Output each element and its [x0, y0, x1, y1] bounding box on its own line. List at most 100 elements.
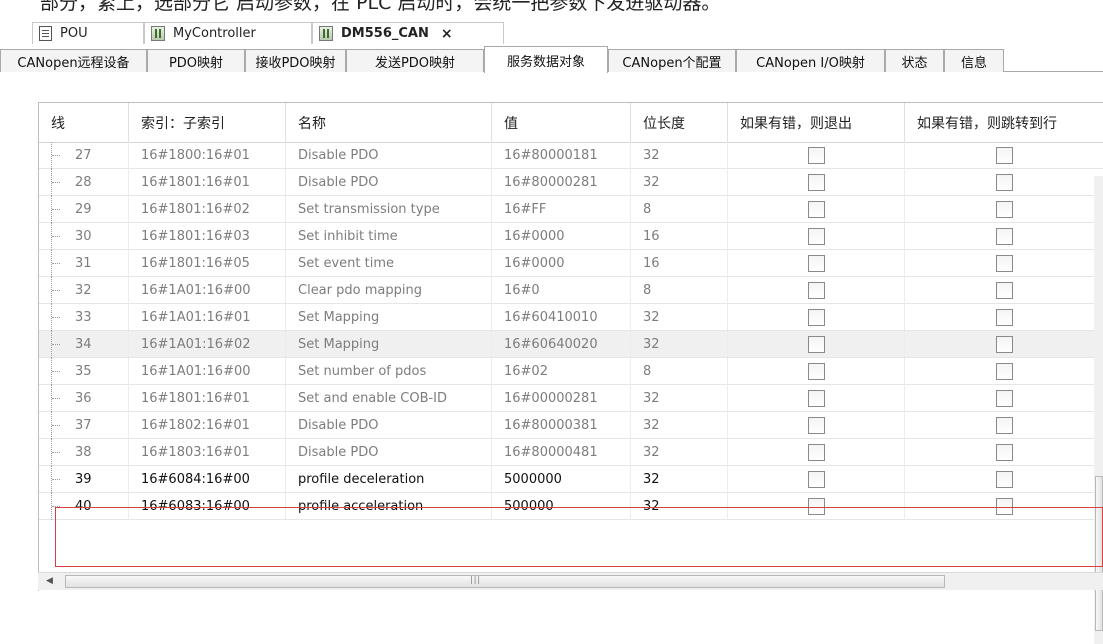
cell-index[interactable]: 16#1801:16#02	[129, 196, 286, 222]
cell-index[interactable]: 16#1800:16#01	[129, 142, 286, 168]
abort-on-error-checkbox[interactable]	[807, 254, 825, 272]
table-row[interactable]: 37 16#1802:16#01 Disable PDO 16#80000381 32	[39, 412, 1103, 439]
abort-on-error-checkbox[interactable]	[807, 443, 825, 461]
cell-index[interactable]: 16#1A01:16#00	[129, 277, 286, 303]
cell-name[interactable]: profile acceleration	[286, 493, 492, 519]
tab-info[interactable]: 信息	[944, 49, 1004, 72]
jump-on-error-checkbox[interactable]	[995, 254, 1013, 272]
cell-index[interactable]: 16#1801:16#01	[129, 169, 286, 195]
tab-status[interactable]: 状态	[885, 49, 944, 72]
cell-bit-length[interactable]: 32	[631, 142, 728, 168]
jump-on-error-checkbox[interactable]	[995, 146, 1013, 164]
cell-bit-length[interactable]: 32	[631, 385, 728, 411]
cell-value[interactable]: 16#02	[492, 358, 631, 384]
cell-bit-length[interactable]: 16	[631, 223, 728, 249]
tab-service-data-objects[interactable]: 服务数据对象	[484, 46, 608, 73]
cell-name[interactable]: Set inhibit time	[286, 223, 492, 249]
table-row[interactable]: 28 16#1801:16#01 Disable PDO 16#80000281 32	[39, 169, 1103, 196]
cell-name[interactable]: Disable PDO	[286, 142, 492, 168]
jump-on-error-checkbox[interactable]	[995, 362, 1013, 380]
table-row[interactable]: 39 16#6084:16#00 profile deceleration 50000…	[39, 466, 1103, 493]
horizontal-scroll-thumb[interactable]	[65, 575, 945, 588]
close-icon[interactable]: ×	[441, 26, 453, 42]
table-row[interactable]: 32 16#1A01:16#00 Clear pdo mapping 16#0 8	[39, 277, 1103, 304]
jump-on-error-checkbox[interactable]	[995, 173, 1013, 191]
tab-pdo-mapping[interactable]: PDO映射	[147, 49, 245, 72]
cell-value[interactable]: 16#80000481	[492, 439, 631, 465]
abort-on-error-checkbox[interactable]	[807, 308, 825, 326]
col-header-jump-on-error[interactable]: 如果有错，则跳转到行	[905, 103, 1103, 142]
col-header-name[interactable]: 名称	[286, 103, 492, 142]
table-row[interactable]: 33 16#1A01:16#01 Set Mapping 16#60410010 32	[39, 304, 1103, 331]
abort-on-error-checkbox[interactable]	[807, 227, 825, 245]
abort-on-error-checkbox[interactable]	[807, 200, 825, 218]
cell-name[interactable]: Set Mapping	[286, 304, 492, 330]
cell-name[interactable]: Set Mapping	[286, 331, 492, 357]
cell-value[interactable]: 16#80000181	[492, 142, 631, 168]
cell-bit-length[interactable]: 8	[631, 358, 728, 384]
cell-name[interactable]: Set event time	[286, 250, 492, 276]
cell-index[interactable]: 16#1801:16#03	[129, 223, 286, 249]
col-header-abort-on-error[interactable]: 如果有错，则退出	[728, 103, 905, 142]
abort-on-error-checkbox[interactable]	[807, 362, 825, 380]
editor-tab-dm556-can[interactable]: DM556_CAN ×	[312, 22, 504, 44]
editor-tab-mycontroller[interactable]: MyController	[144, 22, 312, 44]
cell-name[interactable]: Set transmission type	[286, 196, 492, 222]
abort-on-error-checkbox[interactable]	[807, 335, 825, 353]
tab-canopen-config[interactable]: CANopen个配置	[608, 49, 736, 72]
abort-on-error-checkbox[interactable]	[807, 389, 825, 407]
cell-index[interactable]: 16#6083:16#00	[129, 493, 286, 519]
cell-value[interactable]: 16#0000	[492, 250, 631, 276]
cell-index[interactable]: 16#1801:16#05	[129, 250, 286, 276]
cell-index[interactable]: 16#1A01:16#01	[129, 304, 286, 330]
abort-on-error-checkbox[interactable]	[807, 470, 825, 488]
jump-on-error-checkbox[interactable]	[995, 389, 1013, 407]
jump-on-error-checkbox[interactable]	[995, 200, 1013, 218]
cell-bit-length[interactable]: 32	[631, 493, 728, 519]
cell-bit-length[interactable]: 8	[631, 196, 728, 222]
cell-index[interactable]: 16#1801:16#01	[129, 385, 286, 411]
table-row[interactable]: 36 16#1801:16#01 Set and enable COB-ID 16#0…	[39, 385, 1103, 412]
cell-bit-length[interactable]: 32	[631, 331, 728, 357]
table-row[interactable]: 40 16#6083:16#00 profile acceleration 50000…	[39, 493, 1103, 520]
table-row[interactable]: 31 16#1801:16#05 Set event time 16#0000 16	[39, 250, 1103, 277]
jump-on-error-checkbox[interactable]	[995, 335, 1013, 353]
jump-on-error-checkbox[interactable]	[995, 281, 1013, 299]
jump-on-error-checkbox[interactable]	[995, 497, 1013, 515]
cell-name[interactable]: Disable PDO	[286, 169, 492, 195]
cell-bit-length[interactable]: 32	[631, 304, 728, 330]
cell-bit-length[interactable]: 32	[631, 466, 728, 492]
cell-bit-length[interactable]: 8	[631, 277, 728, 303]
jump-on-error-checkbox[interactable]	[995, 308, 1013, 326]
abort-on-error-checkbox[interactable]	[807, 497, 825, 515]
cell-index[interactable]: 16#1A01:16#02	[129, 331, 286, 357]
col-header-bit-length[interactable]: 位长度	[631, 103, 728, 142]
scroll-left-icon[interactable]: ◀	[46, 576, 53, 586]
cell-name[interactable]: Clear pdo mapping	[286, 277, 492, 303]
abort-on-error-checkbox[interactable]	[807, 416, 825, 434]
jump-on-error-checkbox[interactable]	[995, 416, 1013, 434]
cell-value[interactable]: 16#0	[492, 277, 631, 303]
cell-value[interactable]: 16#80000281	[492, 169, 631, 195]
cell-value[interactable]: 500000	[492, 493, 631, 519]
cell-value[interactable]: 16#FF	[492, 196, 631, 222]
cell-value[interactable]: 16#0000	[492, 223, 631, 249]
tab-canopen-remote-device[interactable]: CANopen远程设备	[0, 49, 147, 72]
vertical-scroll-thumb[interactable]	[1095, 476, 1103, 631]
tab-transmit-pdo-mapping[interactable]: 发送PDO映射	[346, 49, 484, 72]
abort-on-error-checkbox[interactable]	[807, 173, 825, 191]
cell-index[interactable]: 16#1A01:16#00	[129, 358, 286, 384]
abort-on-error-checkbox[interactable]	[807, 146, 825, 164]
cell-name[interactable]: profile deceleration	[286, 466, 492, 492]
cell-value[interactable]: 16#60640020	[492, 331, 631, 357]
table-row[interactable]: 35 16#1A01:16#00 Set number of pdos 16#02 8	[39, 358, 1103, 385]
cell-value[interactable]: 16#80000381	[492, 412, 631, 438]
jump-on-error-checkbox[interactable]	[995, 443, 1013, 461]
jump-on-error-checkbox[interactable]	[995, 470, 1013, 488]
table-row[interactable]: 38 16#1803:16#01 Disable PDO 16#80000481 32	[39, 439, 1103, 466]
cell-bit-length[interactable]: 32	[631, 412, 728, 438]
tab-canopen-io-mapping[interactable]: CANopen I/O映射	[736, 49, 885, 72]
cell-index[interactable]: 16#1803:16#01	[129, 439, 286, 465]
col-header-value[interactable]: 值	[492, 103, 631, 142]
cell-bit-length[interactable]: 16	[631, 250, 728, 276]
